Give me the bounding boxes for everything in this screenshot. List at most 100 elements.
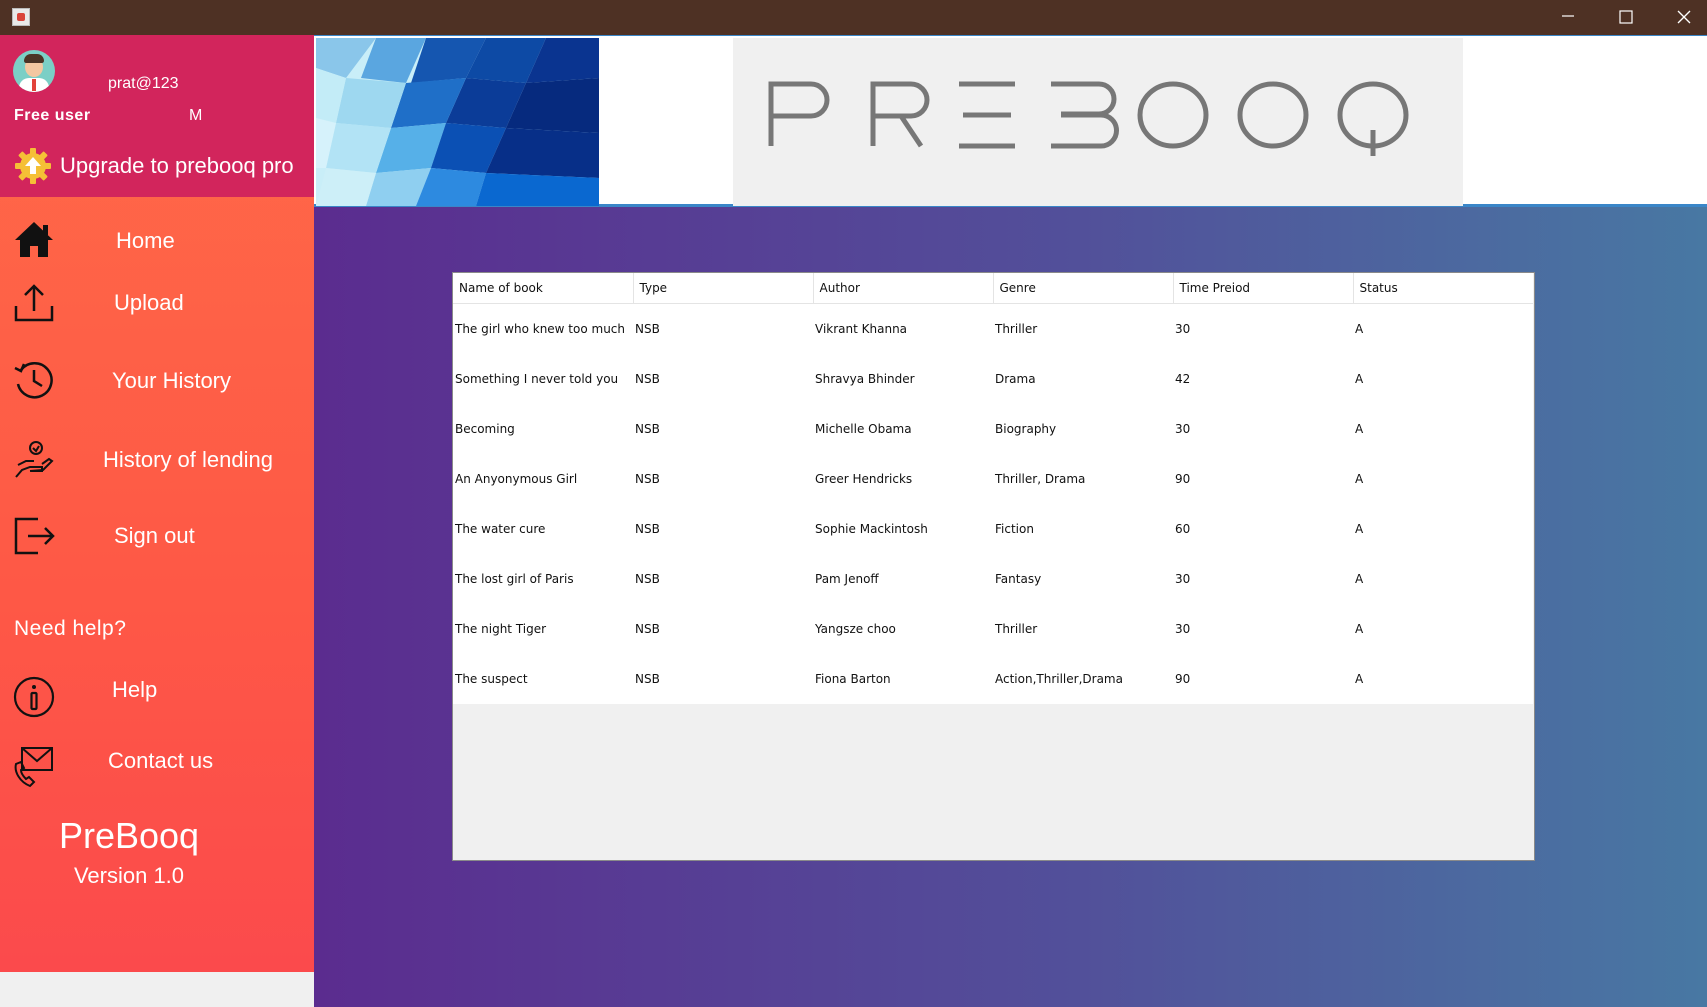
nav-history-of-lending[interactable]: History of lending [0, 429, 314, 489]
table-row[interactable]: An Anyonymous Girl NSB Greer Hendricks T… [453, 454, 1533, 504]
cell-status: A [1353, 454, 1533, 504]
cell-author: Yangsze choo [813, 604, 993, 654]
table-row[interactable]: The lost girl of Paris NSB Pam Jenoff Fa… [453, 554, 1533, 604]
nav-home[interactable]: Home [0, 210, 314, 270]
minimize-button[interactable] [1539, 0, 1597, 35]
java-app-icon [12, 8, 30, 26]
cell-name: The lost girl of Paris [453, 554, 633, 604]
close-button[interactable] [1655, 0, 1707, 35]
nav-help[interactable]: Help [0, 667, 314, 727]
cell-name: An Anyonymous Girl [453, 454, 633, 504]
cell-time-period: 90 [1173, 654, 1353, 704]
contact-mail-icon [14, 747, 53, 788]
home-icon [15, 222, 53, 257]
cell-name: Something I never told you [453, 354, 633, 404]
need-help-heading: Need help? [14, 617, 127, 640]
lending-hand-icon [15, 441, 54, 478]
nav-your-history-label: Your History [112, 368, 232, 393]
cell-author: Greer Hendricks [813, 454, 993, 504]
table-row[interactable]: The night Tiger NSB Yangsze choo Thrille… [453, 604, 1533, 654]
header-banner [314, 35, 1707, 207]
cell-time-period: 30 [1173, 404, 1353, 454]
cell-genre: Drama [993, 354, 1173, 404]
nav-upload-label: Upload [114, 290, 184, 315]
column-header-author[interactable]: Author [813, 273, 994, 304]
nav-contact-us-label: Contact us [108, 748, 214, 773]
cell-author: Pam Jenoff [813, 554, 993, 604]
prebooq-logo [768, 81, 1409, 156]
books-table-panel: Name of book Type Author Genre Time Prei… [452, 272, 1535, 861]
cell-time-period: 60 [1173, 504, 1353, 554]
table-row[interactable]: Becoming NSB Michelle Obama Biography 30… [453, 404, 1533, 454]
cell-author: Michelle Obama [813, 404, 993, 454]
cell-time-period: 42 [1173, 354, 1353, 404]
table-row[interactable]: Something I never told you NSB Shravya B… [453, 354, 1533, 404]
cell-status: A [1353, 354, 1533, 404]
nav-contact-us[interactable]: Contact us [0, 738, 314, 798]
cell-author: Sophie Mackintosh [813, 504, 993, 554]
cell-status: A [1353, 404, 1533, 454]
cell-type: NSB [633, 454, 813, 504]
sidebar: prat@123 Free user M Upgrade to prebooq … [0, 35, 314, 972]
cell-author: Vikrant Khanna [813, 303, 993, 354]
history-icon [14, 362, 53, 399]
upgrade-pro-button[interactable]: Upgrade to prebooq pro [10, 145, 310, 187]
cell-genre: Thriller [993, 303, 1173, 354]
cell-author: Shravya Bhinder [813, 354, 993, 404]
cell-name: The suspect [453, 654, 633, 704]
cell-time-period: 30 [1173, 554, 1353, 604]
column-header-time-period[interactable]: Time Preiod [1173, 273, 1354, 304]
avatar [13, 50, 55, 92]
nav-sign-out[interactable]: Sign out [0, 505, 314, 565]
cell-type: NSB [633, 504, 813, 554]
cell-genre: Fiction [993, 504, 1173, 554]
cell-name: The girl who knew too much [453, 303, 633, 354]
cell-time-period: 30 [1173, 604, 1353, 654]
upgrade-label: Upgrade to prebooq pro [60, 153, 294, 178]
close-icon [1677, 10, 1691, 24]
user-role-label: Free user [14, 107, 91, 124]
maximize-button[interactable] [1597, 0, 1655, 35]
nav-sign-out-label: Sign out [114, 523, 195, 548]
gender-label: M [189, 107, 203, 124]
cell-genre: Thriller, Drama [993, 454, 1173, 504]
cell-type: NSB [633, 554, 813, 604]
column-header-type[interactable]: Type [633, 273, 814, 304]
cell-time-period: 90 [1173, 454, 1353, 504]
sign-out-icon [14, 517, 55, 555]
cell-type: NSB [633, 303, 813, 354]
upgrade-gear-icon [15, 148, 51, 184]
table-header-row: Name of book Type Author Genre Time Prei… [453, 273, 1533, 304]
cell-genre: Fantasy [993, 554, 1173, 604]
version-label: Version 1.0 [73, 863, 185, 888]
window-titlebar [0, 0, 1707, 35]
nav-history-of-lending-label: History of lending [103, 447, 273, 472]
table-row[interactable]: The suspect NSB Fiona Barton Action,Thri… [453, 654, 1533, 704]
cell-author: Fiona Barton [813, 654, 993, 704]
nav-upload[interactable]: Upload [0, 272, 314, 332]
cell-genre: Biography [993, 404, 1173, 454]
cell-status: A [1353, 604, 1533, 654]
maximize-icon [1619, 10, 1633, 24]
cell-status: A [1353, 504, 1533, 554]
minimize-icon [1562, 15, 1574, 17]
nav-home-label: Home [116, 228, 175, 253]
nav-your-history[interactable]: Your History [0, 350, 314, 410]
cell-type: NSB [633, 654, 813, 704]
nav-help-label: Help [112, 677, 158, 702]
brand-name: PreBooq [58, 815, 200, 856]
cell-status: A [1353, 303, 1533, 354]
table-row[interactable]: The water cure NSB Sophie Mackintosh Fic… [453, 504, 1533, 554]
cell-genre: Action,Thriller,Drama [993, 654, 1173, 704]
cell-name: The water cure [453, 504, 633, 554]
table-row[interactable]: The girl who knew too much NSB Vikrant K… [453, 303, 1533, 354]
column-header-genre[interactable]: Genre [993, 273, 1174, 304]
column-header-name[interactable]: Name of book [453, 273, 634, 304]
upload-icon [14, 284, 54, 322]
info-icon [13, 676, 55, 718]
cell-genre: Thriller [993, 604, 1173, 654]
column-header-status[interactable]: Status [1353, 273, 1533, 304]
books-table: Name of book Type Author Genre Time Prei… [453, 273, 1533, 704]
sidebar-footer [0, 972, 314, 1007]
cell-type: NSB [633, 404, 813, 454]
